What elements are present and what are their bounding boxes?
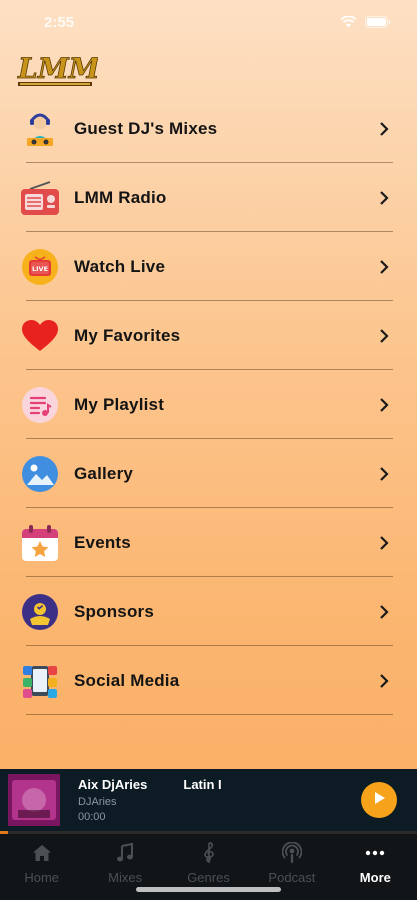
social-apps-icon [20, 661, 60, 701]
more-menu: Guest DJ's Mixes LMM Radio LIVE Watch Li… [0, 94, 417, 715]
menu-item-label: LMM Radio [74, 187, 167, 207]
wifi-icon [340, 16, 357, 28]
home-indicator[interactable] [136, 887, 281, 892]
tab-label: Mixes [108, 870, 143, 885]
treble-clef-icon [203, 842, 215, 864]
menu-item-label: My Favorites [74, 325, 181, 345]
menu-item-my-favorites[interactable]: My Favorites [0, 301, 417, 370]
track-genre: Latin I [183, 777, 222, 792]
tab-label: Podcast [268, 870, 316, 885]
menu-item-label: Guest DJ's Mixes [74, 118, 218, 138]
play-icon [371, 790, 387, 811]
menu-item-events[interactable]: Events [0, 508, 417, 577]
chevron-right-icon [377, 673, 391, 689]
menu-item-label: My Playlist [74, 394, 165, 414]
player-title-row: Aix DjAries Latin I [78, 777, 361, 792]
radio-icon [20, 178, 60, 218]
status-icons [340, 16, 391, 28]
calendar-icon [20, 523, 60, 563]
gallery-icon [20, 454, 60, 494]
menu-item-label: Gallery [74, 463, 134, 483]
track-artist: DJAries [78, 796, 117, 808]
live-tv-icon: LIVE [20, 247, 60, 287]
menu-item-social-media[interactable]: Social Media [0, 646, 417, 715]
sponsor-icon [20, 592, 60, 632]
tab-more[interactable]: More [334, 834, 417, 900]
menu-item-guest-djs-mixes[interactable]: Guest DJ's Mixes [0, 94, 417, 163]
menu-item-my-playlist[interactable]: My Playlist [0, 370, 417, 439]
menu-item-lmm-radio[interactable]: LMM Radio [0, 163, 417, 232]
status-bar: 2:55 [0, 0, 417, 44]
chevron-right-icon [377, 121, 391, 137]
tab-label: More [359, 870, 391, 885]
battery-icon [365, 16, 391, 28]
menu-item-label: Events [74, 532, 131, 552]
svg-text:LIVE: LIVE [32, 265, 48, 273]
track-title: Aix DjAries [78, 777, 148, 792]
tab-home[interactable]: Home [0, 834, 83, 900]
music-note-icon [116, 842, 134, 864]
chevron-right-icon [377, 604, 391, 620]
status-time: 2:55 [44, 13, 75, 31]
more-dots-icon [365, 842, 385, 864]
chevron-right-icon [377, 466, 391, 482]
tab-label: Home [24, 870, 60, 885]
chevron-right-icon [377, 328, 391, 344]
player-info: Aix DjAries Latin I DJAries 00:00 [78, 777, 361, 823]
menu-item-sponsors[interactable]: Sponsors [0, 577, 417, 646]
heart-icon [20, 316, 60, 356]
track-time: 00:00 [78, 811, 106, 823]
home-icon [32, 842, 52, 864]
chevron-right-icon [377, 397, 391, 413]
chevron-right-icon [377, 535, 391, 551]
chevron-right-icon [377, 190, 391, 206]
chevron-right-icon [377, 259, 391, 275]
menu-item-label: Watch Live [74, 256, 166, 276]
play-button[interactable] [361, 782, 397, 818]
dj-icon [20, 109, 60, 149]
tab-label: Genres [187, 870, 230, 885]
menu-item-watch-live[interactable]: LIVE Watch Live [0, 232, 417, 301]
lmm-logo: LMM [14, 48, 101, 92]
mini-player[interactable]: Aix DjAries Latin I DJAries 00:00 [0, 769, 417, 831]
menu-item-label: Sponsors [74, 601, 155, 621]
playlist-icon [20, 385, 60, 425]
album-art [8, 774, 60, 826]
podcast-icon [281, 842, 302, 864]
menu-item-gallery[interactable]: Gallery [0, 439, 417, 508]
svg-text:LMM: LMM [17, 52, 98, 85]
menu-item-label: Social Media [74, 670, 180, 690]
